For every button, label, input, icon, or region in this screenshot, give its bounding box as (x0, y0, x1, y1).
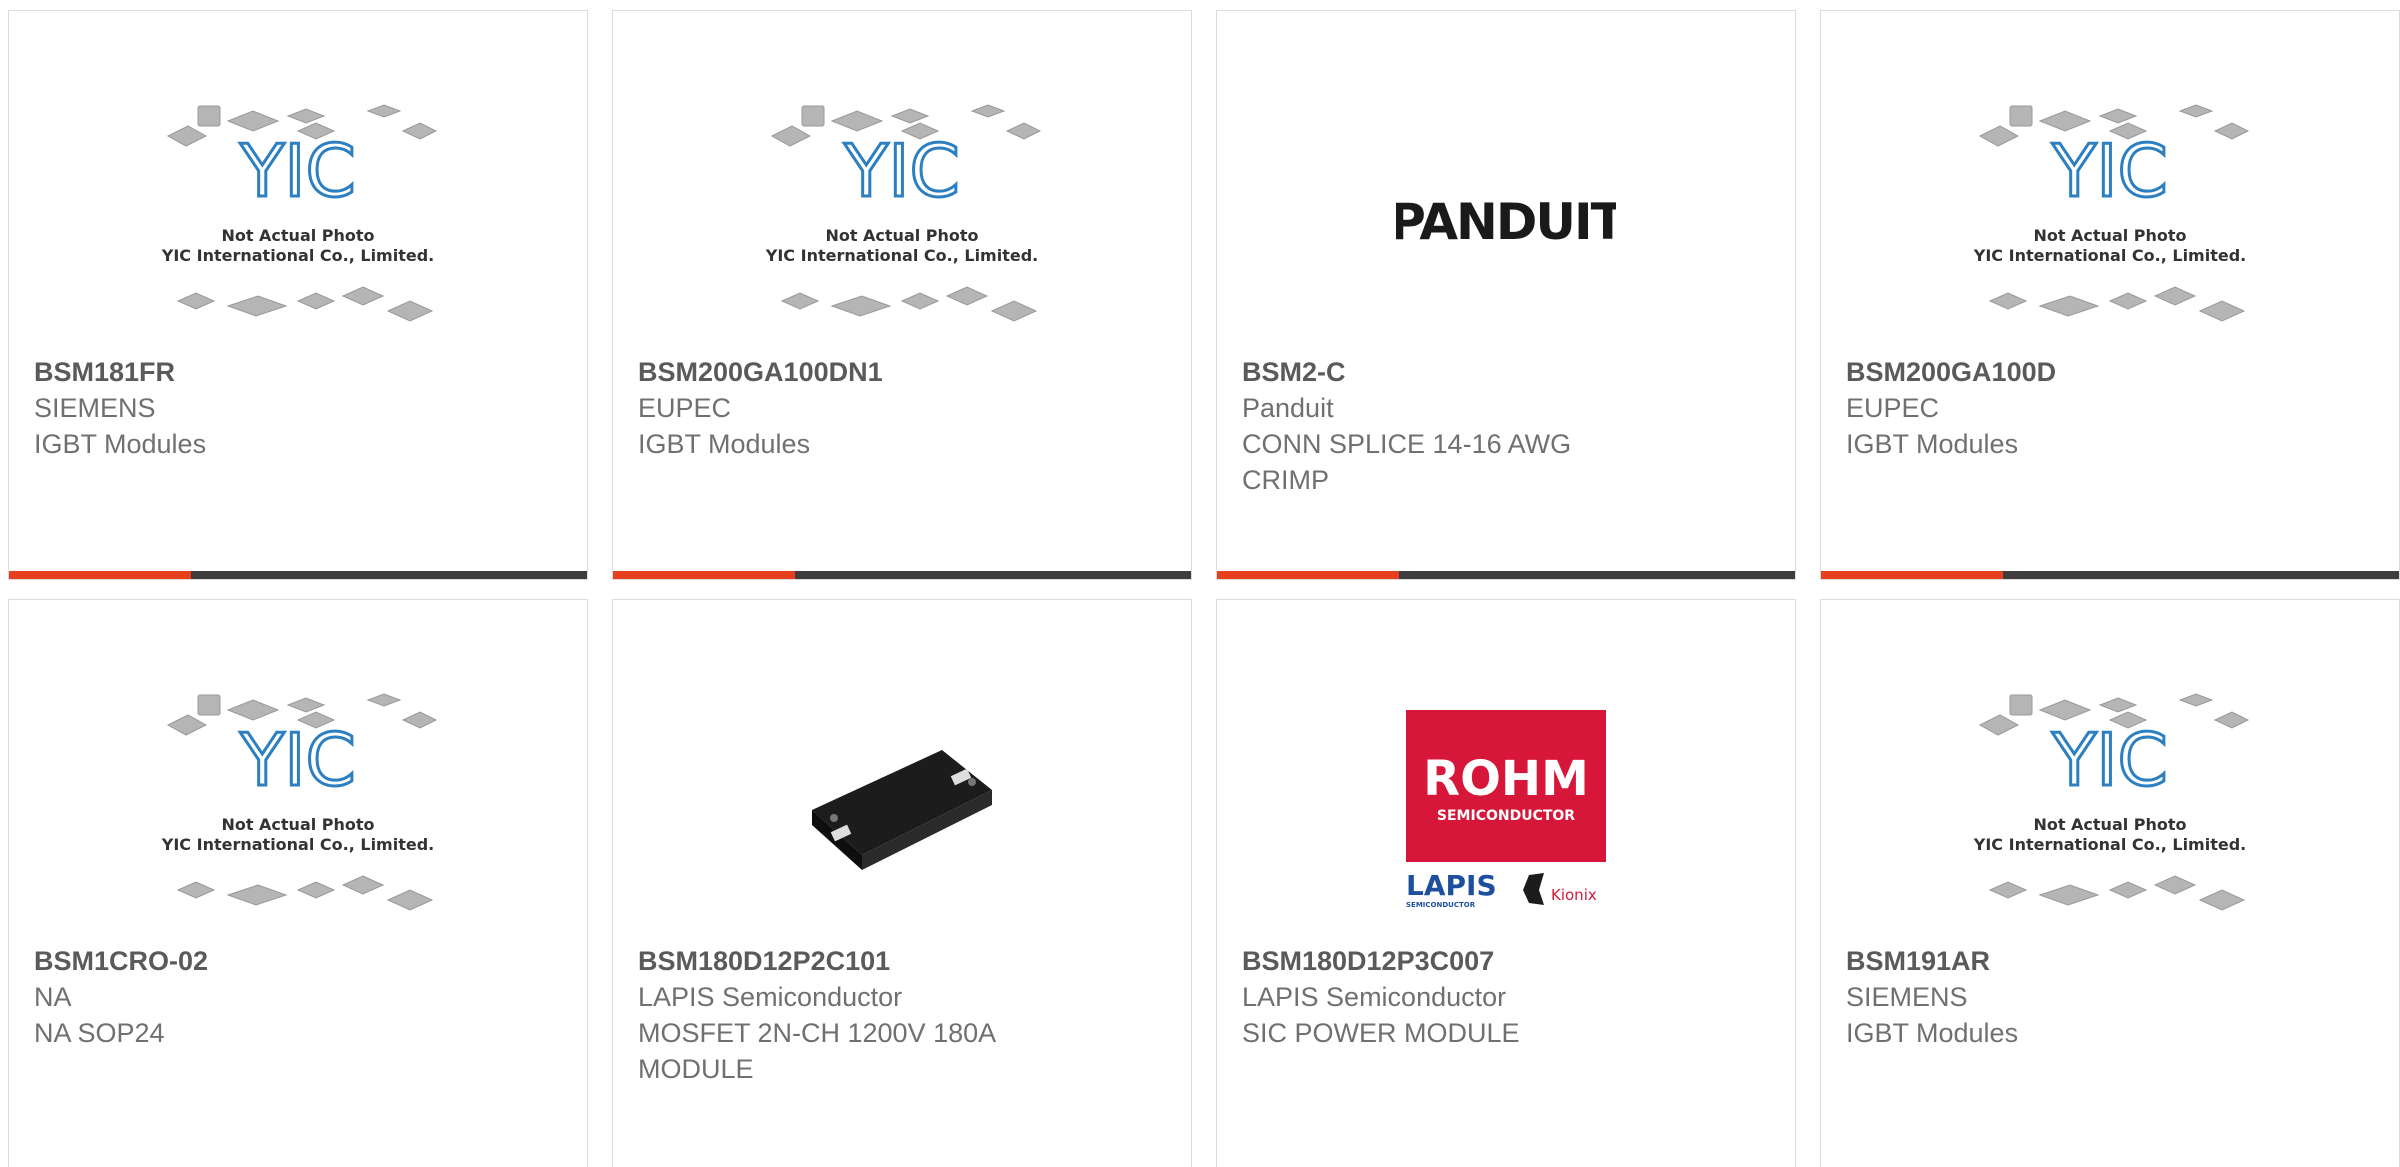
part-number[interactable]: BSM181FR (34, 354, 562, 390)
rohm-logo: ROHM SEMICONDUCTOR LAPIS SEMICONDUCTOR K… (1406, 710, 1606, 909)
product-image[interactable]: YIC Not Actual Photo YIC International C… (613, 91, 1191, 351)
card-bottom-bar (613, 571, 1191, 579)
placeholder-line2: YIC International Co., Limited. (161, 835, 434, 854)
card-bottom-bar (1821, 571, 2399, 579)
description: IGBT Modules (34, 429, 207, 459)
part-number[interactable]: BSM1CRO-02 (34, 943, 562, 979)
card-accent-bar (1821, 571, 2003, 579)
product-image[interactable]: YIC Not Actual Photo YIC International C… (1821, 680, 2399, 940)
description: CONN SPLICE 14-16 AWG CRIMP (1242, 429, 1572, 495)
yic-logo: YIC (843, 129, 960, 213)
product-info: BSM1CRO-02 NA NA SOP24 (34, 943, 562, 1051)
placeholder-photo-icon: YIC Not Actual Photo YIC International C… (161, 693, 438, 911)
part-number[interactable]: BSM200GA100DN1 (638, 354, 1166, 390)
placeholder-line2: YIC International Co., Limited. (765, 246, 1038, 265)
card-bottom-bar (9, 571, 587, 579)
description: NA SOP24 (34, 1018, 165, 1048)
product-card[interactable]: BSM180D12P2C101 LAPIS Semiconductor MOSF… (612, 599, 1192, 1167)
product-card[interactable]: YIC Not Actual Photo YIC International C… (1820, 599, 2400, 1167)
manufacturer: NA (34, 982, 72, 1012)
product-image[interactable]: YIC Not Actual Photo YIC International C… (9, 91, 587, 351)
yic-logo: YIC (239, 718, 356, 802)
placeholder-line1: Not Actual Photo (221, 815, 374, 834)
kionix-logo: Kionix (1551, 886, 1597, 904)
part-number[interactable]: BSM200GA100D (1846, 354, 2374, 390)
product-info: BSM180D12P3C007 LAPIS Semiconductor SIC … (1242, 943, 1770, 1051)
card-accent-bar (9, 571, 191, 579)
manufacturer: Panduit (1242, 393, 1334, 423)
product-info: BSM200GA100DN1 EUPEC IGBT Modules (638, 354, 1166, 462)
part-number[interactable]: BSM2-C (1242, 354, 1770, 390)
yic-logo: YIC (2051, 718, 2168, 802)
part-number[interactable]: BSM191AR (1846, 943, 2374, 979)
placeholder-line2: YIC International Co., Limited. (161, 246, 434, 265)
manufacturer: EUPEC (638, 393, 732, 423)
lapis-logo: LAPIS (1406, 869, 1497, 902)
description: IGBT Modules (1846, 429, 2019, 459)
placeholder-line1: Not Actual Photo (2033, 815, 2186, 834)
product-info: BSM181FR SIEMENS IGBT Modules (34, 354, 562, 462)
rohm-semi-text: SEMICONDUCTOR (1437, 808, 1575, 824)
part-number[interactable]: BSM180D12P3C007 (1242, 943, 1770, 979)
placeholder-photo-icon: YIC Not Actual Photo YIC International C… (765, 104, 1042, 322)
product-image[interactable]: YIC Not Actual Photo YIC International C… (9, 680, 587, 940)
yic-logo: YIC (239, 129, 356, 213)
product-image[interactable] (613, 680, 1191, 940)
panduit-logo-text: PANDUIT (1396, 193, 1616, 251)
manufacturer: LAPIS Semiconductor (1242, 982, 1507, 1012)
card-bottom-bar (1217, 571, 1795, 579)
product-image[interactable]: PANDUIT (1217, 91, 1795, 351)
lapis-sub: SEMICONDUCTOR (1406, 901, 1476, 909)
product-card[interactable]: YIC Not Actual Photo YIC International C… (8, 599, 588, 1167)
igbt-module-photo (812, 750, 992, 870)
product-grid: YIC Not Actual Photo YIC International C… (0, 0, 2400, 1167)
manufacturer: EUPEC (1846, 393, 1940, 423)
product-info: BSM2-C Panduit CONN SPLICE 14-16 AWG CRI… (1242, 354, 1770, 498)
placeholder-line1: Not Actual Photo (221, 226, 374, 245)
card-accent-bar (613, 571, 795, 579)
product-card[interactable]: YIC Not Actual Photo YIC International C… (612, 10, 1192, 580)
placeholder-line1: Not Actual Photo (2033, 226, 2186, 245)
placeholder-photo-icon: YIC Not Actual Photo YIC International C… (161, 104, 438, 322)
card-accent-bar (1217, 571, 1399, 579)
description: IGBT Modules (1846, 1018, 2019, 1048)
placeholder-photo-icon: YIC Not Actual Photo YIC International C… (1973, 104, 2250, 322)
placeholder-line2: YIC International Co., Limited. (1973, 835, 2246, 854)
product-card[interactable]: PANDUIT BSM2-C Panduit CONN SPLICE 14-16… (1216, 10, 1796, 580)
product-info: BSM191AR SIEMENS IGBT Modules (1846, 943, 2374, 1051)
description: SIC POWER MODULE (1242, 1018, 1520, 1048)
manufacturer: LAPIS Semiconductor (638, 982, 903, 1012)
manufacturer: SIEMENS (34, 393, 156, 423)
product-info: BSM200GA100D EUPEC IGBT Modules (1846, 354, 2374, 462)
product-image[interactable]: ROHM SEMICONDUCTOR LAPIS SEMICONDUCTOR K… (1217, 680, 1795, 940)
panduit-logo: PANDUIT (1396, 193, 1616, 251)
manufacturer: SIEMENS (1846, 982, 1968, 1012)
product-card[interactable]: YIC Not Actual Photo YIC International C… (8, 10, 588, 580)
product-card[interactable]: ROHM SEMICONDUCTOR LAPIS SEMICONDUCTOR K… (1216, 599, 1796, 1167)
product-image[interactable]: YIC Not Actual Photo YIC International C… (1821, 91, 2399, 351)
product-info: BSM180D12P2C101 LAPIS Semiconductor MOSF… (638, 943, 1166, 1087)
placeholder-photo-icon: YIC Not Actual Photo YIC International C… (1973, 693, 2250, 911)
description: MOSFET 2N-CH 1200V 180A MODULE (638, 1018, 995, 1084)
placeholder-line2: YIC International Co., Limited. (1973, 246, 2246, 265)
product-card[interactable]: YIC Not Actual Photo YIC International C… (1820, 10, 2400, 580)
yic-logo: YIC (2051, 129, 2168, 213)
description: IGBT Modules (638, 429, 811, 459)
placeholder-line1: Not Actual Photo (825, 226, 978, 245)
part-number[interactable]: BSM180D12P2C101 (638, 943, 1166, 979)
rohm-logo-text: ROHM (1423, 751, 1589, 807)
